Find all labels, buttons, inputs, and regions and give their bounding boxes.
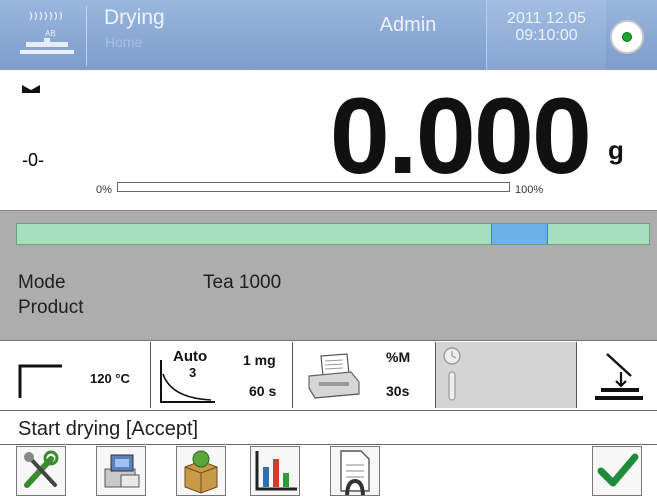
documents-button[interactable] xyxy=(330,446,380,498)
auto-number: 3 xyxy=(189,365,197,380)
drying-module-icon[interactable]: AB xyxy=(8,6,87,66)
date-time[interactable]: 2011 12.05 09:10:00 xyxy=(486,0,606,70)
inactive-key xyxy=(436,342,577,408)
stability-marker-icon xyxy=(22,80,40,93)
print-unit: %M xyxy=(386,349,411,365)
mode-title[interactable]: Drying xyxy=(104,6,165,30)
document-icon xyxy=(340,450,370,498)
bar-max-label: 100% xyxy=(515,184,544,196)
status-text: Start drying [Accept] xyxy=(18,418,199,440)
auto-time: 60 s xyxy=(249,383,277,399)
load-bar xyxy=(117,182,510,192)
time-text: 09:10:00 xyxy=(515,27,578,44)
auto-drying-key[interactable]: Auto 3 1 mg 60 s xyxy=(151,342,293,408)
weight-unit[interactable]: g xyxy=(608,135,624,166)
accept-check-icon xyxy=(597,453,639,487)
thermometer-clock-icon xyxy=(443,347,461,401)
bar-min-label: 0% xyxy=(96,184,112,196)
drying-temperature-key[interactable]: 120 °C xyxy=(0,342,151,408)
database-button[interactable] xyxy=(96,446,146,496)
print-interval-key[interactable]: %M 30s xyxy=(293,342,436,408)
user-name[interactable]: Admin xyxy=(348,14,468,37)
mode-value: Tea 1000 xyxy=(203,272,282,293)
products-button[interactable] xyxy=(176,446,226,496)
print-interval: 30s xyxy=(386,383,410,399)
auto-mass: 1 mg xyxy=(243,352,276,368)
reports-button[interactable] xyxy=(250,446,300,496)
mode-label: Mode xyxy=(18,272,66,293)
zero-indicator: -0- xyxy=(22,150,44,170)
breadcrumb: Home xyxy=(105,34,143,50)
auto-title: Auto xyxy=(173,348,208,365)
tare-pan-icon xyxy=(595,353,643,400)
tolerance-bar xyxy=(16,223,650,245)
accept-button[interactable] xyxy=(592,446,642,496)
product-label: Product xyxy=(18,297,84,318)
temperature-value: 120 °C xyxy=(90,371,130,386)
temperature-profile-icon xyxy=(18,364,62,398)
report-chart-icon xyxy=(255,451,297,491)
settings-button[interactable] xyxy=(16,446,66,496)
tare-key[interactable] xyxy=(577,342,657,408)
svg-text:AB: AB xyxy=(45,29,56,38)
tolerance-marker xyxy=(491,224,548,244)
printer-icon xyxy=(308,353,360,399)
level-ok-icon[interactable] xyxy=(610,20,644,54)
products-box-icon xyxy=(184,450,218,494)
settings-tools-icon xyxy=(24,450,59,488)
database-icon xyxy=(104,454,140,488)
date-text: 2011 12.05 xyxy=(507,10,586,27)
